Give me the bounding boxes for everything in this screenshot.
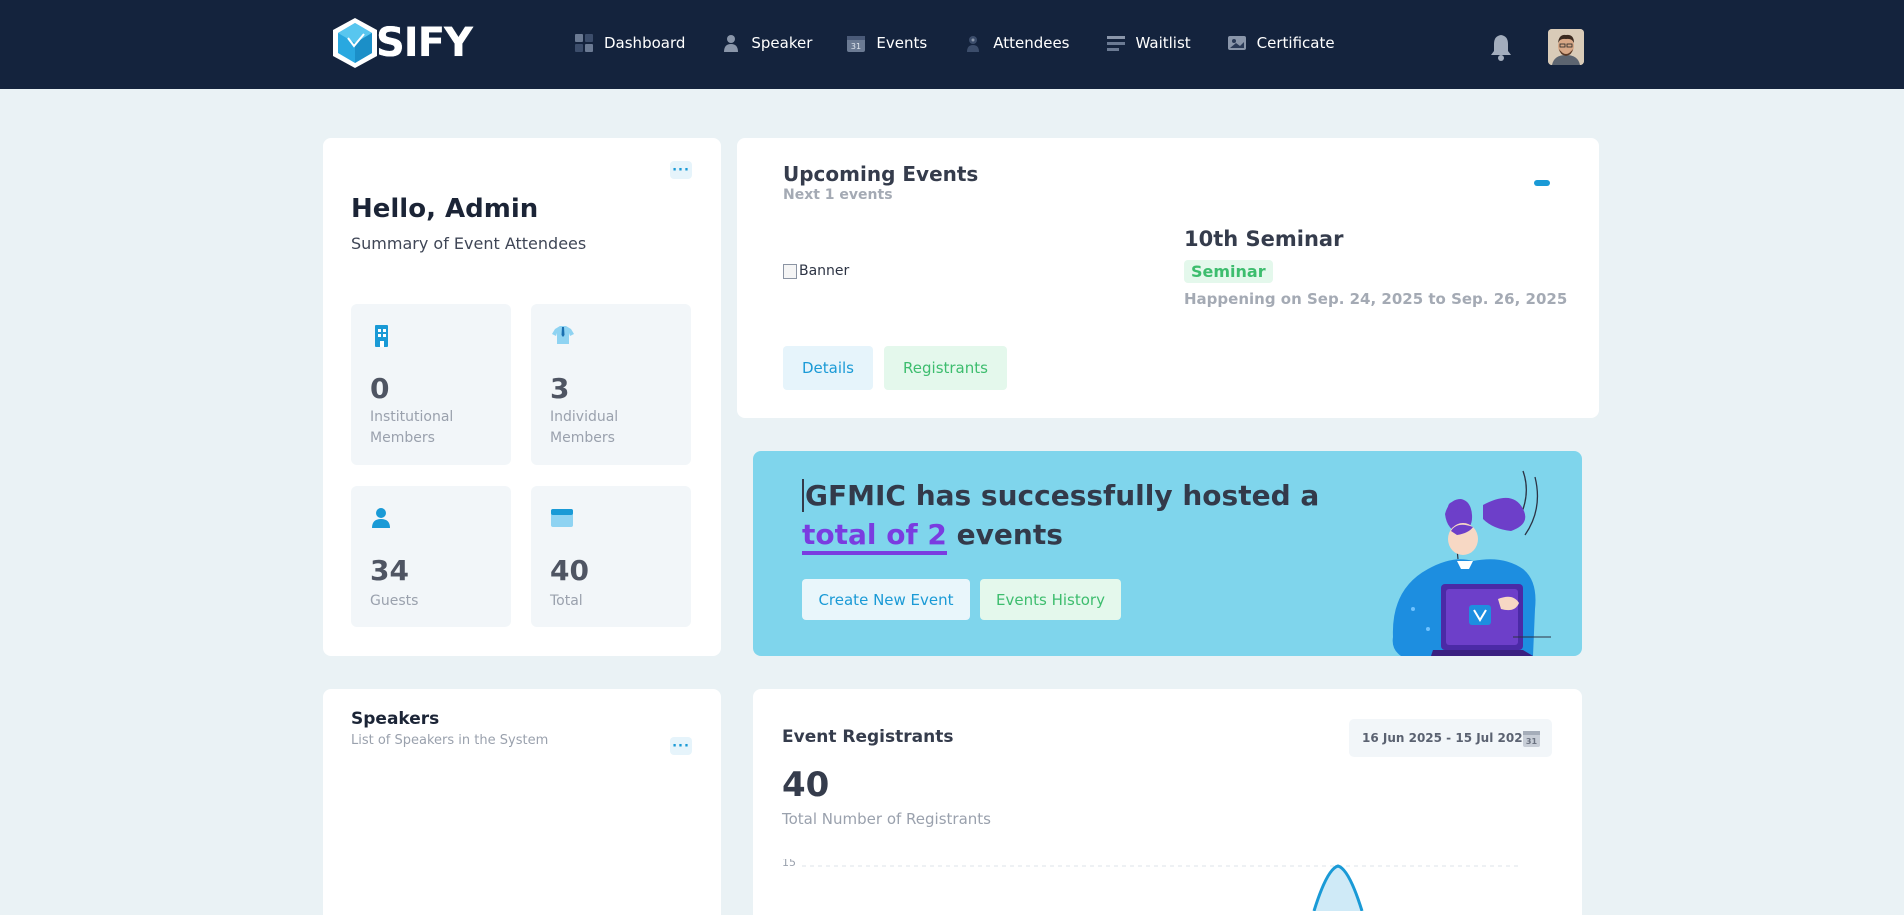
woman-laptop-illustration [1392,470,1551,656]
stat-label: Total [550,593,583,609]
calendar-icon: 31 [1523,731,1540,747]
registrants-chart: 15 [782,859,1522,911]
event-registrants-card: Event Registrants 16 Jun 2025 - 15 Jul 2… [753,689,1582,915]
greeting-subtitle: Summary of Event Attendees [351,234,587,253]
date-range-text: 16 Jun 2025 - 15 Jul 2025 [1362,731,1531,745]
shirt-icon [552,326,574,344]
user-avatar[interactable] [1548,29,1584,65]
nav-label: Waitlist [1135,34,1191,52]
promo-headline: GFMIC has successfully hosted a [802,479,1319,512]
registrants-total-label: Total Number of Registrants [782,810,991,828]
speakers-card: Speakers List of Speakers in the System … [323,689,721,915]
main-nav: Dashboard Speaker 31 Events Attendees Wa… [574,28,1371,58]
registrants-total: 40 [782,765,830,805]
app-logo[interactable]: SIFY [330,14,476,72]
speakers-subtitle: List of Speakers in the System [351,733,549,748]
svg-text:31: 31 [851,42,861,51]
y-tick-label: 15 [782,859,796,869]
nav-dashboard[interactable]: Dashboard [574,28,685,58]
stat-label: Institutional Members [370,409,454,446]
registrants-button[interactable]: Registrants [884,346,1007,390]
summary-menu-button[interactable]: ··· [670,161,692,179]
stat-value: 3 [550,372,570,405]
broken-image-icon [783,263,797,279]
registrants-title: Event Registrants [782,727,954,747]
event-name: 10th Seminar [1184,227,1344,251]
person-icon [372,508,390,528]
bell-icon[interactable] [1488,33,1514,61]
details-button[interactable]: Details [783,346,873,390]
logo-text: SIFY [375,19,474,67]
event-type-badge: Seminar [1184,260,1273,283]
stat-value: 40 [550,554,589,587]
date-range-picker[interactable]: 16 Jun 2025 - 15 Jul 2025 31 [1349,719,1552,757]
nav-waitlist[interactable]: Waitlist [1106,28,1191,58]
stat-guests: 34 Guests [351,486,511,627]
nav-attendees[interactable]: Attendees [963,28,1070,58]
events-hosted-banner: GFMIC has successfully hosted a total of… [753,451,1582,656]
nav-events[interactable]: 31 Events [846,28,927,58]
nav-certificate[interactable]: Certificate [1227,28,1335,58]
greeting-title: Hello, Admin [351,194,539,224]
svg-text:31: 31 [1526,737,1538,746]
stat-individual-members: 3 Individual Members [531,304,691,465]
upcoming-subtitle: Next 1 events [783,187,893,203]
speakers-menu-button[interactable]: ··· [670,737,692,755]
stat-institutional-members: 0 Institutional Members [351,304,511,465]
nav-label: Dashboard [604,34,686,52]
list-icon [1106,33,1126,53]
nav-speaker[interactable]: Speaker [721,28,812,58]
collapse-toggle[interactable] [1534,180,1550,186]
events-history-button[interactable]: Events History [980,579,1121,620]
avatar-image [1548,29,1584,65]
calendar-icon: 31 [846,33,866,53]
upcoming-title: Upcoming Events [783,162,979,186]
dashboard-icon [574,33,594,53]
user-icon [721,33,741,53]
upcoming-events-card: Upcoming Events Next 1 events Banner 10t… [737,138,1599,418]
banner-alt-text: Banner [799,263,850,279]
stat-label: Guests [370,593,419,609]
nav-label: Certificate [1256,34,1335,52]
event-date: Happening on Sep. 24, 2025 to Sep. 26, 2… [1184,290,1568,308]
card-icon [551,509,573,527]
nav-label: Speaker [751,34,813,52]
stat-label: Individual Members [550,409,619,446]
stat-value: 0 [370,372,390,405]
building-icon [375,325,388,347]
image-icon [1227,33,1247,53]
speakers-title: Speakers [351,709,440,729]
top-navbar: SIFY Dashboard Speaker 31 Events Attende… [0,0,1904,89]
promo-highlight: total of 2 [802,518,947,555]
attendees-icon [963,33,983,53]
logo-hex-icon [333,18,377,68]
promo-suffix: events [946,518,1063,551]
stat-value: 34 [370,554,409,587]
promo-headline-line2: total of 2 events [802,518,1063,555]
create-new-event-button[interactable]: Create New Event [802,579,970,620]
summary-card: ··· Hello, Admin Summary of Event Attend… [323,138,721,656]
nav-label: Events [876,34,928,52]
event-banner-image: Banner [783,263,849,279]
stat-total: 40 Total [531,486,691,627]
nav-label: Attendees [993,34,1070,52]
